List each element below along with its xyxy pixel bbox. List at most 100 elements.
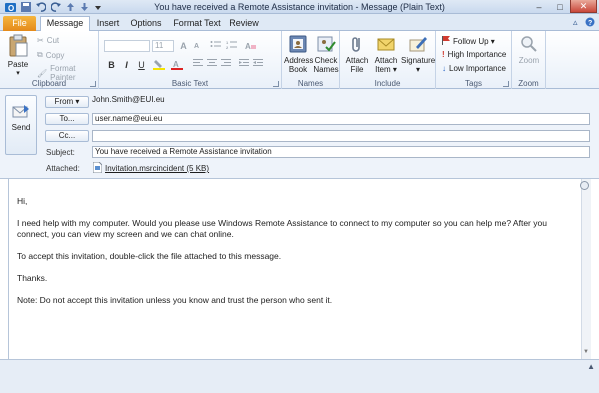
expand-people-pane-icon[interactable]: ▲ xyxy=(587,362,595,371)
rich-text-toggle-icon[interactable] xyxy=(580,181,589,192)
svg-text:A: A xyxy=(245,42,251,50)
body-paragraph: I need help with my computer. Would you … xyxy=(17,218,547,239)
basic-text-group: 11 A A 12 A B I U A Basic Text xyxy=(99,31,282,89)
from-button[interactable]: From ▾ xyxy=(45,96,89,108)
to-field[interactable]: user.name@eui.eu xyxy=(92,113,590,125)
attachment-item[interactable]: Invitation.msrcincident (5 KB) xyxy=(92,161,210,175)
grow-font-icon[interactable]: A xyxy=(177,40,190,52)
paste-button[interactable]: Paste ▾ xyxy=(4,34,32,78)
italic-icon[interactable]: I xyxy=(120,59,133,71)
cut-label: Cut xyxy=(46,36,60,45)
maximize-button[interactable]: □ xyxy=(550,0,570,13)
message-body[interactable]: Hi, I need help with my computer. Would … xyxy=(8,179,591,359)
names-group-label: Names xyxy=(297,79,324,88)
cut-button[interactable]: ✂ Cut xyxy=(37,36,59,45)
low-importance-button[interactable]: ↓ Low Importance xyxy=(442,64,506,73)
tags-launcher-icon[interactable] xyxy=(503,81,509,87)
minimize-ribbon-icon[interactable]: ▵ xyxy=(573,17,578,28)
tags-group: Follow Up ▾ ! High Importance ↓ Low Impo… xyxy=(436,31,512,89)
message-text[interactable]: Hi, I need help with my computer. Would … xyxy=(17,196,575,317)
address-book-label-2: Book xyxy=(288,65,308,74)
to-button[interactable]: To... xyxy=(45,113,89,125)
tab-file[interactable]: File xyxy=(3,16,36,31)
address-book-label-1: Address xyxy=(284,56,314,65)
attach-file-button[interactable]: Attach File xyxy=(343,34,371,74)
cc-button[interactable]: Cc... xyxy=(45,130,89,142)
clear-formatting-icon[interactable]: A xyxy=(244,40,257,52)
zoom-group: Zoom Zoom xyxy=(512,31,546,89)
bold-icon[interactable]: B xyxy=(105,59,118,71)
bottom-strip: ▲ xyxy=(0,359,599,393)
minimize-button[interactable]: – xyxy=(528,0,550,13)
highlight-icon[interactable] xyxy=(152,59,165,71)
copy-button[interactable]: ⧉ Copy xyxy=(37,50,64,60)
font-size-combo[interactable]: 11 xyxy=(152,40,174,52)
tab-message[interactable]: Message xyxy=(40,16,90,32)
svg-text:A: A xyxy=(173,60,179,69)
copy-icon: ⧉ xyxy=(37,50,43,59)
paste-icon xyxy=(4,34,32,60)
tags-group-label: Tags xyxy=(465,79,482,88)
paste-dropdown-icon[interactable]: ▾ xyxy=(4,69,32,78)
body-paragraph: Hi, xyxy=(17,196,28,206)
address-book-icon xyxy=(284,34,312,56)
font-name-combo[interactable] xyxy=(104,40,150,52)
title-bar: O You have received a Remote Assistance … xyxy=(0,0,599,14)
check-names-label-1: Check xyxy=(314,56,338,65)
tab-insert[interactable]: Insert xyxy=(93,17,123,31)
include-group-label: Include xyxy=(374,79,401,88)
exclamation-icon: ! xyxy=(442,50,445,59)
high-importance-button[interactable]: ! High Importance xyxy=(442,50,506,59)
down-arrow-importance-icon: ↓ xyxy=(442,64,446,73)
help-icon[interactable]: ? xyxy=(585,17,595,29)
basic-text-group-label: Basic Text xyxy=(171,79,209,88)
zoom-group-label: Zoom xyxy=(518,79,539,88)
check-names-button[interactable]: Check Names xyxy=(312,34,340,74)
send-button[interactable]: Send xyxy=(5,95,37,155)
align-center-icon[interactable] xyxy=(205,59,218,71)
numbering-icon[interactable]: 12 xyxy=(225,40,238,52)
window-title: You have received a Remote Assistance in… xyxy=(154,2,445,12)
attach-item-button[interactable]: Attach Item ▾ xyxy=(371,34,401,74)
underline-icon[interactable]: U xyxy=(135,59,148,71)
follow-up-button[interactable]: Follow Up ▾ xyxy=(442,36,495,47)
follow-up-label: Follow Up ▾ xyxy=(453,37,495,46)
zoom-button[interactable]: Zoom xyxy=(515,34,543,65)
low-importance-label: Low Importance xyxy=(449,64,506,73)
check-names-icon xyxy=(312,34,340,56)
svg-text:2: 2 xyxy=(226,45,229,50)
body-paragraph: Thanks. xyxy=(17,273,48,283)
tab-format-text[interactable]: Format Text xyxy=(173,17,221,31)
tab-review[interactable]: Review xyxy=(228,17,260,31)
increase-indent-icon[interactable] xyxy=(251,59,264,71)
clipboard-launcher-icon[interactable] xyxy=(90,81,96,87)
vertical-scrollbar[interactable]: ▲ ▼ xyxy=(581,179,591,359)
cc-field[interactable] xyxy=(92,130,590,142)
basic-text-launcher-icon[interactable] xyxy=(273,81,279,87)
scroll-down-icon[interactable]: ▼ xyxy=(583,349,589,355)
align-left-icon[interactable] xyxy=(191,59,204,71)
tab-options[interactable]: Options xyxy=(128,17,164,31)
subject-field[interactable]: You have received a Remote Assistance in… xyxy=(92,146,590,158)
envelope-icon xyxy=(371,34,401,56)
subject-label: Subject: xyxy=(46,148,75,157)
ribbon-tabs: File Message Insert Options Format Text … xyxy=(0,14,599,32)
attachment-name: Invitation.msrcincident (5 KB) xyxy=(105,164,210,173)
decrease-indent-icon[interactable] xyxy=(237,59,250,71)
ribbon: Paste ▾ ✂ Cut ⧉ Copy 🖌 Format Painter Clipb… xyxy=(0,31,599,89)
svg-text:?: ? xyxy=(588,20,592,27)
flag-icon xyxy=(442,36,450,47)
body-paragraph: Note: Do not accept this invitation unle… xyxy=(17,295,333,305)
shrink-font-icon[interactable]: A xyxy=(190,41,203,53)
attach-file-label-1: Attach xyxy=(345,56,369,65)
signature-button[interactable]: Signature ▾ xyxy=(401,34,435,74)
close-button[interactable]: ✕ xyxy=(570,0,597,13)
align-right-icon[interactable] xyxy=(219,59,232,71)
bullets-icon[interactable] xyxy=(209,40,222,52)
signature-icon xyxy=(401,34,435,56)
font-color-icon[interactable]: A xyxy=(170,59,183,71)
attached-label: Attached: xyxy=(46,164,80,173)
paste-label: Paste xyxy=(7,60,29,69)
address-book-button[interactable]: Address Book xyxy=(284,34,314,74)
check-names-label-2: Names xyxy=(313,65,339,74)
